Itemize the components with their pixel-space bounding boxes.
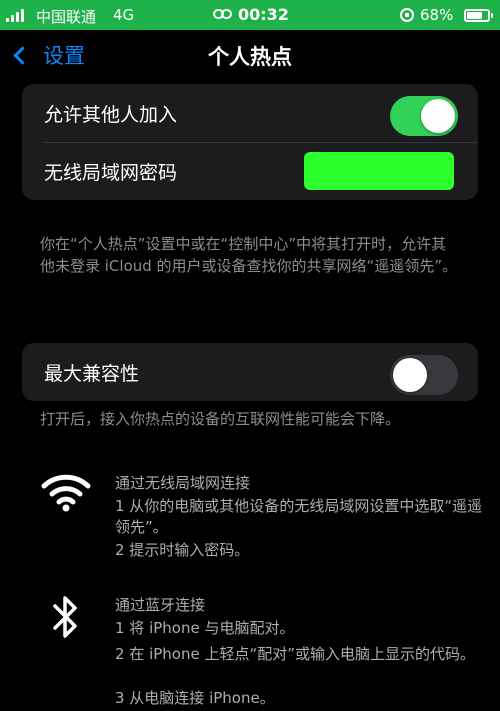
clock-time: 00:32 [238,5,289,24]
wifi-password-row[interactable]: 无线局域网密码 [22,142,478,200]
chevron-left-icon [13,45,32,65]
compat-settings-group: 最大兼容性 [22,343,478,401]
toggle-knob [421,99,455,133]
bluetooth-step-3: 3 从电脑连接 iPhone。 [115,689,275,707]
battery-icon [464,9,493,22]
navigation-bar: 设置 个人热点 [0,30,500,84]
bluetooth-connect-title: 通过蓝牙连接 [115,596,206,614]
hotspot-note: 你在“个人热点”设置中或在“控制中心”中将其打开时，允许其他未登录 iCloud… [40,235,458,275]
allow-others-toggle[interactable] [390,96,458,136]
wifi-connect-title: 通过无线局域网连接 [115,474,251,492]
max-compat-toggle[interactable] [390,355,458,395]
battery-percentage: 68% [420,6,454,24]
status-bar: 中国联通 4G 00:32 68% [0,0,500,30]
allow-others-label: 允许其他人加入 [44,103,178,126]
hotspot-link-icon [213,9,232,19]
wifi-icon [41,474,91,512]
bluetooth-step-2: 2 在 iPhone 上轻点“配对”或输入电脑上显示的代码。 [115,645,476,663]
network-type: 4G [113,6,135,24]
carrier-name: 中国联通 [36,8,97,26]
wifi-step-1: 1 从你的电脑或其他设备的无线局域网设置中选取“遥遥领先”。 [115,497,483,536]
back-button[interactable]: 设置 [12,40,85,70]
orientation-lock-icon [400,8,414,22]
hotspot-settings-group: 允许其他人加入 无线局域网密码 [22,84,478,200]
compat-note: 打开后，接入你热点的设备的互联网性能可能会下降。 [40,410,401,428]
allow-others-row: 允许其他人加入 [22,84,478,142]
battery-fill [467,12,482,19]
back-label: 设置 [43,44,85,68]
wifi-password-label: 无线局域网密码 [44,161,178,184]
signal-strength-icon [6,9,24,22]
wifi-step-2: 2 提示时输入密码。 [115,541,250,559]
max-compat-row: 最大兼容性 [22,343,478,401]
toggle-knob [393,358,427,392]
wifi-password-redacted[interactable] [304,152,454,190]
bluetooth-step-1: 1 将 iPhone 与电脑配对。 [115,619,295,637]
bluetooth-icon [53,596,77,638]
max-compat-label: 最大兼容性 [44,362,140,385]
